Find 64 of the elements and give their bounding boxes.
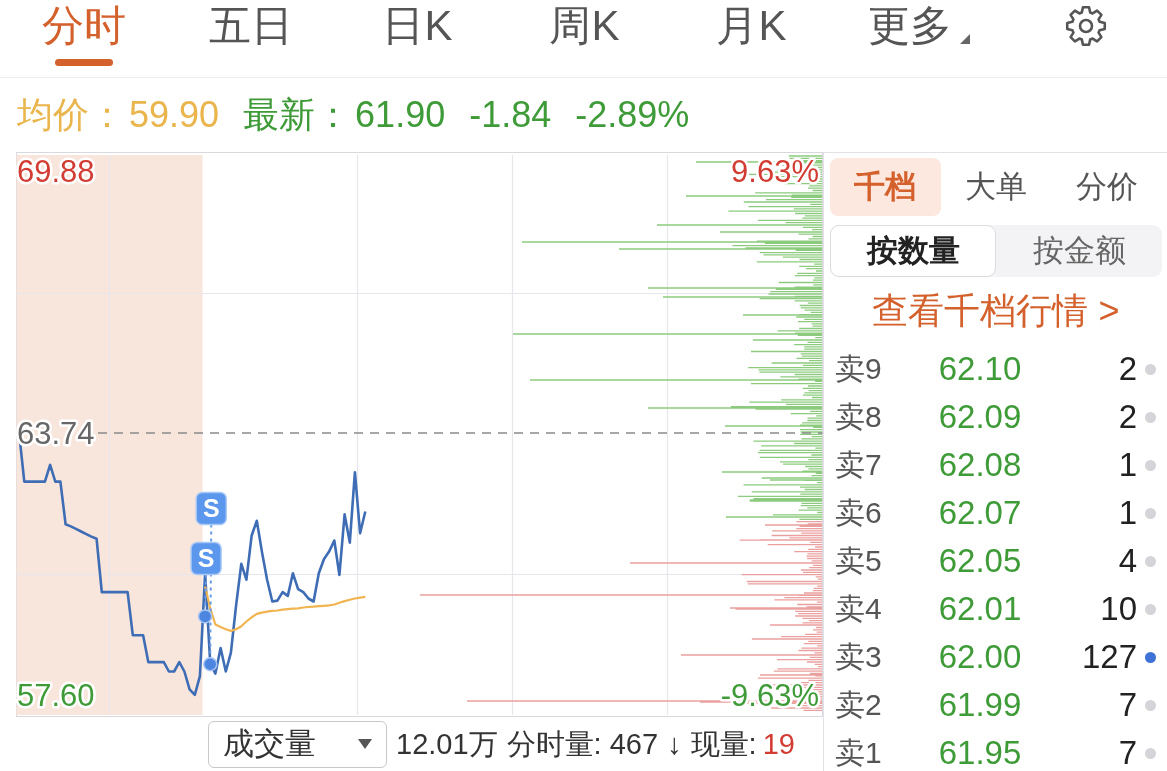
total-volume: 12.01万 bbox=[396, 727, 498, 761]
order-book-tab[interactable]: 分价 bbox=[1051, 158, 1162, 216]
price-axis-label: 57.60 bbox=[17, 677, 95, 713]
depth-quotes-link[interactable]: 查看千档行情 > bbox=[872, 290, 1120, 332]
sort-mode-tab[interactable]: 按数量 bbox=[830, 225, 996, 277]
period-tab[interactable]: 五日 bbox=[167, 0, 334, 77]
ask-level-label: 卖3 bbox=[834, 640, 883, 674]
ask-level-label: 卖8 bbox=[834, 400, 883, 434]
ask-price: 62.07 bbox=[938, 496, 1022, 530]
ask-price: 62.01 bbox=[938, 592, 1022, 626]
period-tab[interactable]: 周K bbox=[501, 0, 668, 77]
ask-quantity: 127 bbox=[1081, 640, 1137, 674]
caret-icon bbox=[358, 739, 372, 749]
average-price-label: 均价： bbox=[17, 94, 125, 136]
ask-level-label: 卖1 bbox=[834, 736, 883, 770]
trade-signal-badge: S bbox=[190, 541, 222, 576]
current-volume-label: 现量: bbox=[690, 727, 757, 761]
ask-quantity: 7 bbox=[1118, 736, 1137, 770]
tab-underline bbox=[54, 59, 113, 66]
period-tab[interactable]: 更多 bbox=[835, 0, 1002, 77]
ask-level-label: 卖4 bbox=[834, 592, 883, 626]
caret-icon bbox=[959, 34, 970, 44]
ask-level-label: 卖6 bbox=[834, 496, 883, 530]
annotation: S bbox=[202, 494, 220, 523]
period-tab[interactable]: 月K bbox=[668, 0, 835, 77]
price-change-percent: -2.89% bbox=[575, 94, 690, 136]
annotation: S bbox=[197, 544, 215, 573]
ask-level-label: 卖9 bbox=[834, 352, 883, 386]
average-price-value: 59.90 bbox=[129, 94, 220, 136]
trade-point-icon bbox=[197, 609, 213, 624]
minute-volume: 分时量: 467 bbox=[506, 727, 659, 761]
ask-quantity: 2 bbox=[1118, 352, 1137, 386]
ask-price: 62.08 bbox=[938, 448, 1022, 482]
trade-point-icon bbox=[203, 656, 218, 672]
ask-quantity: 7 bbox=[1118, 688, 1137, 722]
ask-price: 62.09 bbox=[938, 400, 1022, 434]
order-book-tab[interactable]: 大单 bbox=[940, 158, 1052, 216]
period-tab[interactable]: 日K bbox=[334, 0, 501, 77]
ask-quantity: 4 bbox=[1118, 544, 1137, 578]
ask-price: 62.00 bbox=[938, 640, 1022, 674]
percent-axis-label: -9.63% bbox=[720, 677, 819, 713]
ask-quantity: 1 bbox=[1118, 496, 1137, 530]
settings-icon[interactable] bbox=[1065, 5, 1107, 47]
ask-price: 62.10 bbox=[938, 352, 1022, 386]
ask-level-label: 卖7 bbox=[834, 448, 883, 482]
ask-quantity: 1 bbox=[1118, 448, 1137, 482]
volume-trend-arrow: ↓ bbox=[667, 727, 682, 761]
ask-price: 61.99 bbox=[938, 688, 1022, 722]
latest-price-label: 最新： bbox=[243, 94, 352, 136]
ask-level-label: 卖2 bbox=[834, 688, 883, 722]
ask-price: 61.95 bbox=[938, 736, 1022, 770]
indicator-dropdown[interactable]: 成交量 bbox=[208, 720, 387, 768]
ask-price: 62.05 bbox=[938, 544, 1022, 578]
sort-mode-tab[interactable]: 按金额 bbox=[996, 225, 1162, 277]
current-volume: 19 bbox=[762, 727, 795, 761]
latest-price-value: 61.90 bbox=[355, 94, 446, 136]
period-tab[interactable]: 分时 bbox=[0, 0, 167, 77]
ask-level-label: 卖5 bbox=[834, 544, 883, 578]
trade-signal-badge: S bbox=[195, 491, 227, 526]
ask-quantity: 2 bbox=[1118, 400, 1137, 434]
price-change: -1.84 bbox=[469, 94, 552, 136]
price-axis-label: 69.88 bbox=[17, 153, 95, 189]
price-axis-label: 63.74 bbox=[17, 415, 95, 451]
ask-quantity: 10 bbox=[1100, 592, 1137, 626]
